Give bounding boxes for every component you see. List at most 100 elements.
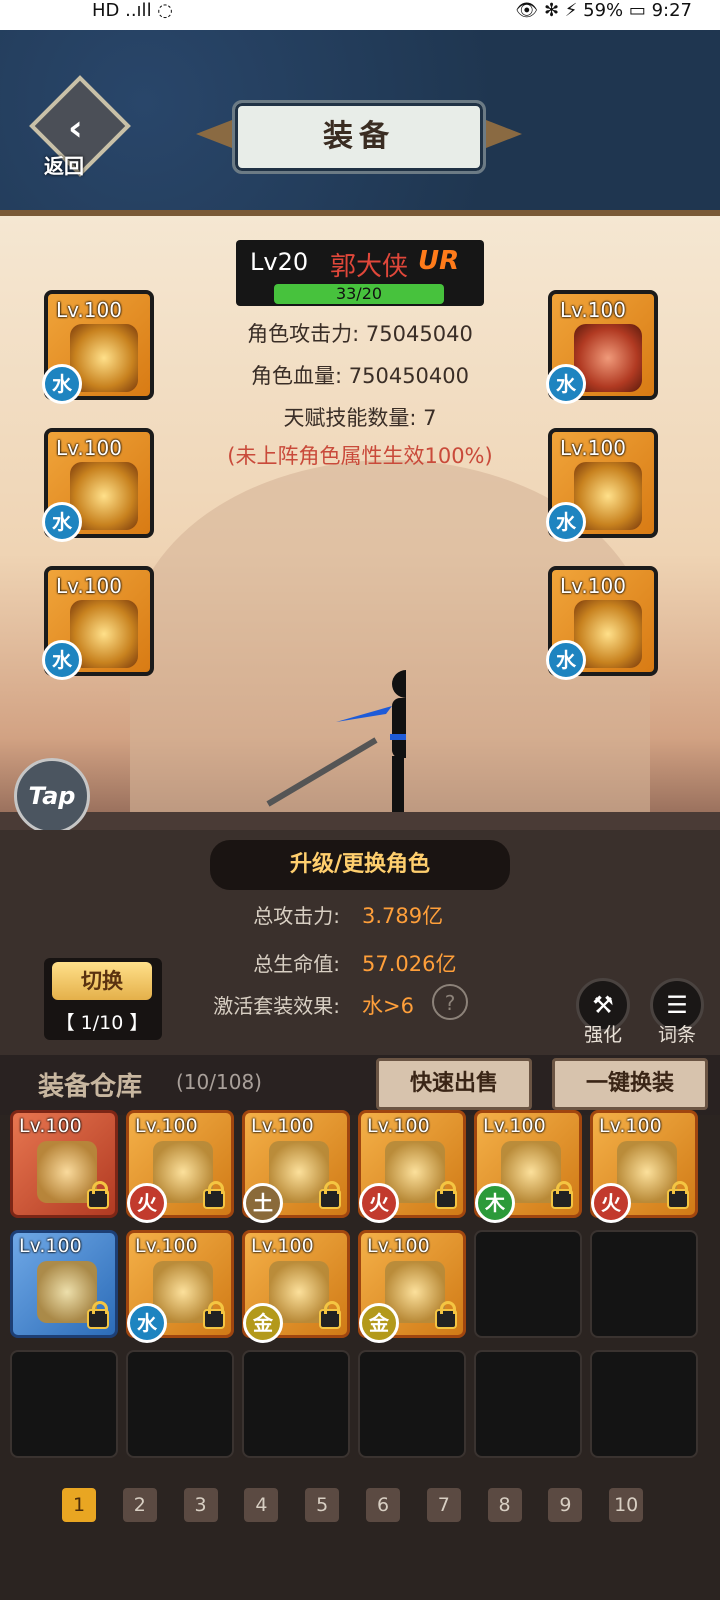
inventory-item[interactable]: Lv.100 火 xyxy=(590,1110,698,1223)
element-badge: 水 xyxy=(42,640,82,680)
back-label: 返回 xyxy=(44,154,84,178)
page-button[interactable]: 8 xyxy=(487,1488,522,1522)
status-right: 👁 ✻ ⚡ 59% ▭ 9:27 xyxy=(515,0,692,21)
switch-button[interactable]: 切换 xyxy=(52,962,152,1000)
element-badge: 水 xyxy=(42,502,82,542)
slot-level: Lv.100 xyxy=(560,574,626,598)
list-icon: ☰ xyxy=(666,991,688,1019)
figure-leg-left xyxy=(392,756,404,812)
page-button[interactable]: 4 xyxy=(244,1488,279,1522)
upgrade-character-button[interactable]: 升级/更换角色 xyxy=(210,840,510,890)
page-button[interactable]: 2 xyxy=(122,1488,157,1522)
lock-icon[interactable] xyxy=(87,1181,109,1209)
slot-level: Lv.100 xyxy=(56,298,122,322)
empty-slot xyxy=(474,1230,582,1338)
total-attack-label: 总攻击力: xyxy=(253,904,340,928)
figure-body xyxy=(392,698,406,758)
element-badge: 火 xyxy=(359,1183,399,1223)
warehouse-count: (10/108) xyxy=(176,1070,262,1094)
empty-slot xyxy=(590,1350,698,1458)
element-badge: 水 xyxy=(127,1303,167,1343)
empty-slot xyxy=(126,1350,234,1458)
element-badge: 火 xyxy=(127,1183,167,1223)
progress-bar: 33/20 xyxy=(274,284,444,304)
item-level: Lv.100 xyxy=(135,1115,198,1137)
element-badge: 水 xyxy=(546,640,586,680)
item-level: Lv.100 xyxy=(367,1235,430,1257)
empty-slot xyxy=(358,1350,466,1458)
lock-icon[interactable] xyxy=(319,1181,341,1209)
element-badge: 水 xyxy=(546,364,586,404)
lock-icon[interactable] xyxy=(203,1181,225,1209)
item-level: Lv.100 xyxy=(19,1115,82,1137)
page-button[interactable]: 3 xyxy=(183,1488,218,1522)
sword-blade xyxy=(266,737,378,807)
inventory-item[interactable]: Lv.100 金 xyxy=(358,1230,466,1343)
back-button[interactable]: ‹ 返回 xyxy=(29,75,131,178)
element-badge: 木 xyxy=(475,1183,515,1223)
lock-icon[interactable] xyxy=(87,1301,109,1329)
character-name: 郭大侠 xyxy=(330,252,409,282)
stat-attack: 角色攻击力: 75045040 xyxy=(247,322,473,346)
inventory-item[interactable]: Lv.100 土 xyxy=(242,1110,350,1223)
lock-icon[interactable] xyxy=(551,1181,573,1209)
page-button[interactable]: 1 xyxy=(62,1488,96,1522)
item-level: Lv.100 xyxy=(367,1115,430,1137)
figure-belt xyxy=(390,734,406,740)
element-badge: 水 xyxy=(546,502,586,542)
title-wing-right xyxy=(486,120,522,148)
element-badge: 金 xyxy=(359,1303,399,1343)
switch-page-indicator: 【 1/10 】 xyxy=(55,1012,149,1034)
entries-label: 词条 xyxy=(657,1024,696,1046)
empty-slot xyxy=(10,1350,118,1458)
quick-sell-button[interactable]: 快速出售 xyxy=(376,1058,532,1110)
inventory-item[interactable]: Lv.100 金 xyxy=(242,1230,350,1343)
inventory-item[interactable]: Lv.100 火 xyxy=(358,1110,466,1223)
item-level: Lv.100 xyxy=(135,1235,198,1257)
empty-slot xyxy=(242,1350,350,1458)
slot-level: Lv.100 xyxy=(56,436,122,460)
page-title-plate: 装备 xyxy=(232,100,486,174)
set-effect-value: 水>6 xyxy=(362,994,414,1018)
lock-icon[interactable] xyxy=(319,1301,341,1329)
page-button[interactable]: 6 xyxy=(366,1488,400,1522)
rarity-badge: UR xyxy=(418,246,460,276)
inventory-item[interactable]: Lv.100 xyxy=(10,1110,118,1218)
total-attack-value: 3.789亿 xyxy=(362,904,444,928)
lock-icon[interactable] xyxy=(435,1301,457,1329)
set-effect-label: 激活套装效果: xyxy=(213,994,340,1018)
progress-text: 33/20 xyxy=(335,284,383,303)
lock-icon[interactable] xyxy=(667,1181,689,1209)
lock-icon[interactable] xyxy=(435,1181,457,1209)
page-button[interactable]: 5 xyxy=(305,1488,340,1522)
lock-icon[interactable] xyxy=(203,1301,225,1329)
stat-note: (未上阵角色属性生效100%) xyxy=(227,444,493,468)
total-hp-value: 57.026亿 xyxy=(362,952,457,976)
total-hp-label: 总生命值: xyxy=(253,952,340,976)
inventory-item[interactable]: Lv.100 水 xyxy=(126,1230,234,1343)
hammer-icon: ⚒ xyxy=(592,991,614,1019)
slot-level: Lv.100 xyxy=(560,298,626,322)
inventory-item[interactable]: Lv.100 xyxy=(10,1230,118,1338)
page-button[interactable]: 7 xyxy=(426,1488,461,1522)
inventory-item[interactable]: Lv.100 火 xyxy=(126,1110,234,1223)
help-icon[interactable]: ? xyxy=(432,984,468,1020)
tap-button[interactable]: Tap xyxy=(14,758,90,834)
character-figure xyxy=(266,670,406,812)
character-level: Lv20 xyxy=(250,248,309,276)
status-left: HD ..ıll ◌ xyxy=(92,0,173,21)
inventory-item[interactable]: Lv.100 木 xyxy=(474,1110,582,1223)
empty-slot xyxy=(474,1350,582,1458)
element-badge: 金 xyxy=(243,1303,283,1343)
title-wing-left xyxy=(196,120,232,148)
figure-scarf xyxy=(336,706,392,722)
stat-hp: 角色血量: 750450400 xyxy=(251,364,469,388)
strengthen-label: 强化 xyxy=(583,1024,622,1046)
item-level: Lv.100 xyxy=(251,1115,314,1137)
element-badge: 土 xyxy=(243,1183,283,1223)
page-button[interactable]: 9 xyxy=(548,1488,583,1522)
page-button[interactable]: 10 xyxy=(609,1488,644,1522)
item-level: Lv.100 xyxy=(599,1115,662,1137)
stat-talent-count: 天赋技能数量: 7 xyxy=(283,406,437,430)
one-key-equip-button[interactable]: 一键换装 xyxy=(552,1058,708,1110)
